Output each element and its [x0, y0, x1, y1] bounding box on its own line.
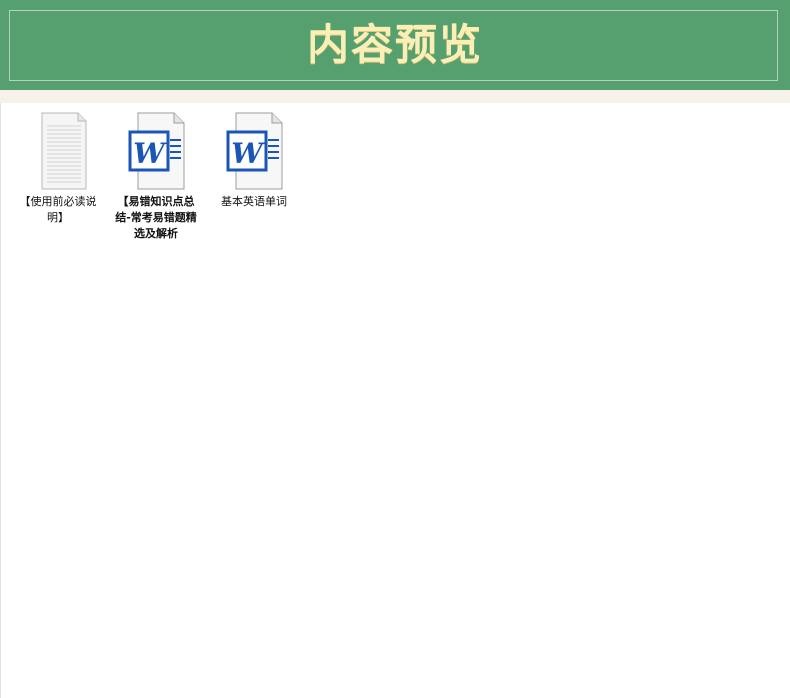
word-document-icon: W — [224, 110, 284, 190]
page-title: 内容预览 — [306, 20, 483, 69]
header-banner: 内容预览 — [0, 0, 790, 90]
header-divider-strip — [0, 90, 790, 103]
svg-text:W: W — [133, 137, 167, 170]
left-border — [0, 103, 1, 698]
file-name: 基本英语单词 — [221, 195, 287, 208]
text-document-icon — [28, 110, 88, 190]
word-document-icon: W — [126, 110, 186, 190]
file-name: 【使用前必读说明】 — [19, 195, 97, 224]
svg-text:W: W — [231, 137, 265, 170]
file-name: 【易错知识点总结-常考易错题精选及解析 — [115, 195, 197, 240]
file-item-readme[interactable]: 【使用前必读说明】 — [15, 110, 101, 226]
file-item-vocabulary[interactable]: W 基本英语单词 — [211, 110, 297, 210]
file-item-error-summary[interactable]: W 【易错知识点总结-常考易错题精选及解析 — [113, 110, 199, 242]
